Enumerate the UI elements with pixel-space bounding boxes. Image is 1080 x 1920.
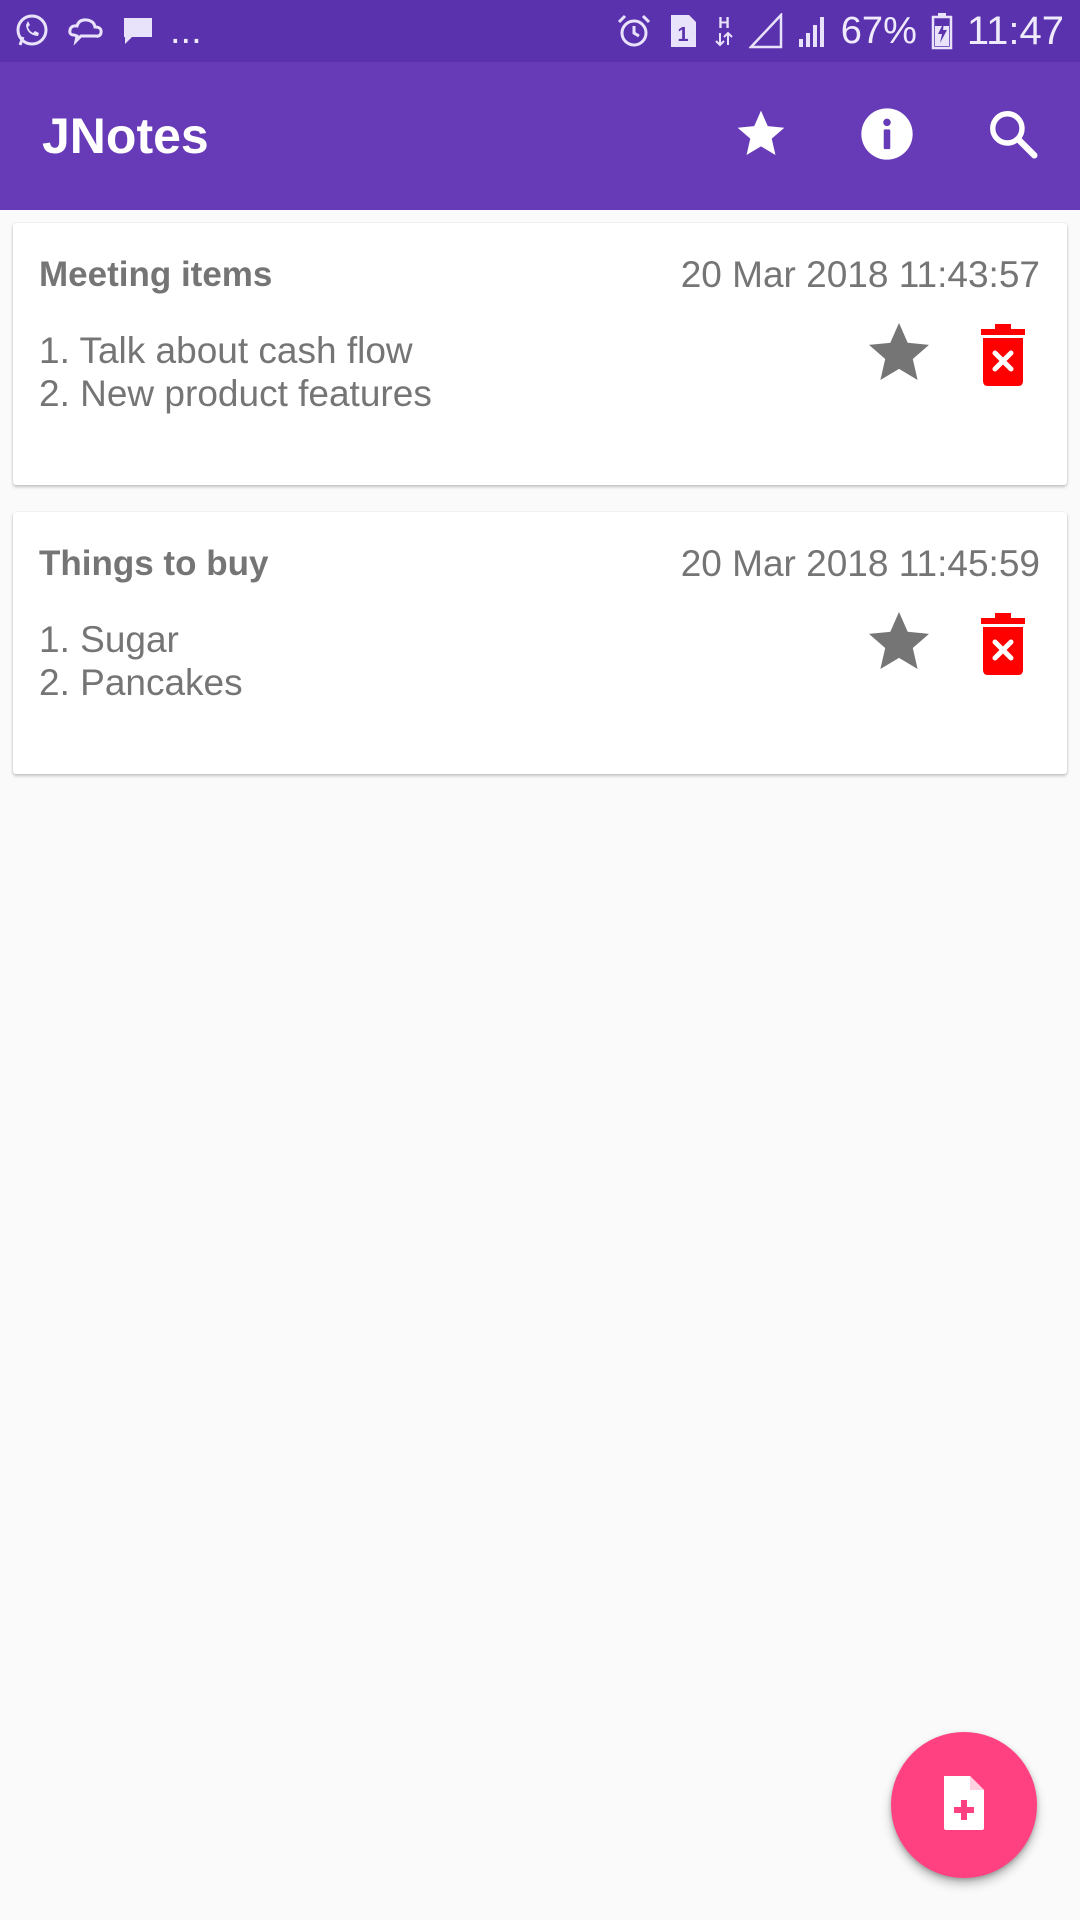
info-icon [859, 106, 915, 167]
note-date: 20 Mar 2018 11:43:57 [680, 254, 1040, 295]
favorite-note-button[interactable] [859, 315, 939, 395]
message-icon [120, 13, 156, 49]
note-line: 1. Talk about cash flow [39, 330, 413, 371]
info-button[interactable] [824, 73, 950, 199]
notes-list: Meeting items 20 Mar 2018 11:43:57 1. Ta… [13, 223, 1067, 801]
svg-text:H: H [718, 15, 730, 32]
note-title: Things to buy [39, 544, 269, 583]
app-title: JNotes [42, 108, 209, 164]
note-body: 1. Sugar 2. Pancakes [39, 618, 243, 704]
status-bar-left: ... [12, 10, 216, 53]
app-bar-actions [698, 73, 1080, 199]
favorite-note-button[interactable] [859, 604, 939, 684]
signal-icon [748, 13, 783, 49]
add-note-button[interactable] [891, 1732, 1037, 1878]
delete-icon [978, 323, 1028, 392]
note-card[interactable]: Meeting items 20 Mar 2018 11:43:57 1. Ta… [13, 223, 1067, 485]
star-icon [733, 106, 789, 167]
signal-icon [797, 13, 827, 49]
sim-1-icon: 1 [667, 13, 699, 49]
svg-text:1: 1 [677, 24, 688, 46]
screen: ... 1 H 67% 11:47 JNotes Meeting items 2… [0, 0, 1080, 1920]
delete-icon [978, 612, 1028, 681]
delete-note-button[interactable] [968, 317, 1038, 397]
note-card[interactable]: Things to buy 20 Mar 2018 11:45:59 1. Su… [13, 512, 1067, 774]
search-button[interactable] [950, 73, 1076, 199]
note-line: 1. Sugar [39, 619, 179, 660]
notification-overflow: ... [170, 9, 202, 52]
battery-percentage: 67% [840, 9, 917, 52]
h-data-icon: H [713, 11, 735, 51]
delete-note-button[interactable] [968, 606, 1038, 686]
add-note-icon [940, 1774, 988, 1837]
note-line: 2. New product features [39, 373, 432, 414]
note-body: 1. Talk about cash flow 2. New product f… [39, 329, 432, 415]
status-bar: ... 1 H 67% 11:47 [0, 0, 1080, 62]
search-icon [986, 107, 1040, 166]
status-time: 11:47 [966, 8, 1064, 53]
note-date: 20 Mar 2018 11:45:59 [680, 543, 1040, 584]
star-icon [863, 606, 935, 683]
favorites-button[interactable] [698, 73, 824, 199]
note-title: Meeting items [39, 255, 273, 294]
star-icon [863, 317, 935, 394]
battery-charging-icon [931, 12, 953, 50]
cloud-chat-icon [66, 11, 106, 51]
alarm-icon [615, 12, 653, 50]
app-bar: JNotes [0, 62, 1080, 210]
note-line: 2. Pancakes [39, 662, 243, 703]
whatsapp-icon [12, 11, 52, 51]
status-bar-right: 1 H 67% 11:47 [615, 9, 1064, 54]
